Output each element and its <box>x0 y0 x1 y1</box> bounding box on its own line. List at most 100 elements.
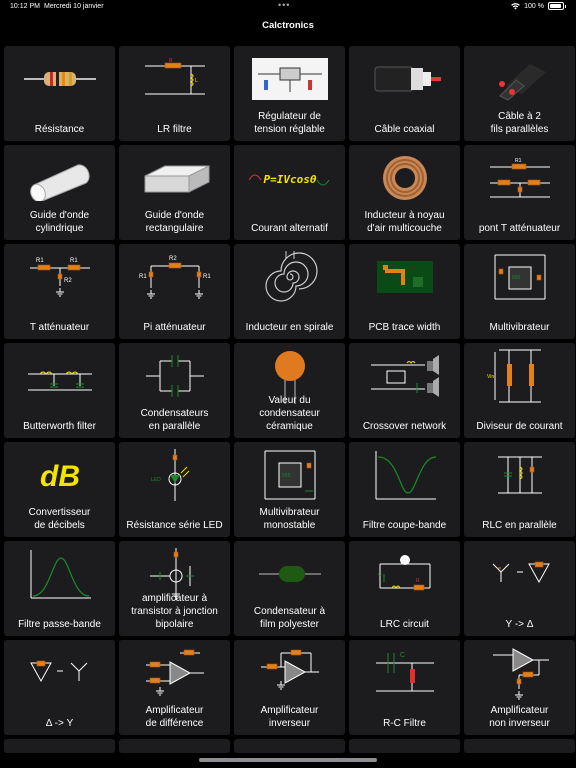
grid-next-row-partial <box>4 739 575 753</box>
calculator-cell-butterworth-filter[interactable]: Butterworth filter <box>4 343 115 438</box>
calculator-cell-air-core-inductor[interactable]: Inducteur à noyau d'air multicouche <box>349 145 460 240</box>
wye-delta-icon <box>464 545 575 603</box>
calculator-cell-label: Amplificateur inverseur <box>260 705 319 729</box>
calculator-cell-label: Multivibrateur <box>489 322 550 333</box>
svg-text:C: C <box>400 652 405 659</box>
home-indicator[interactable] <box>199 758 377 762</box>
t-attenuator-icon: R1 R1 R2 <box>4 248 115 306</box>
svg-text:R: R <box>416 578 420 584</box>
calculator-cell-label: LRC circuit <box>380 619 429 630</box>
multitasking-dots-icon[interactable]: ••• <box>278 0 290 10</box>
wifi-icon <box>511 2 521 10</box>
grid-cell-partial[interactable] <box>4 739 115 753</box>
calculator-cell-label: Régulateur de tension réglable <box>254 111 325 135</box>
calculator-cell-ac-power[interactable]: P=IVcosθ Courant alternatif <box>234 145 345 240</box>
calculator-cell-label: Butterworth filter <box>23 421 96 432</box>
calculator-cell-delta-wye[interactable]: Δ -> Y <box>4 640 115 735</box>
pi-attenuator-icon: R2 R1 R1 <box>119 248 230 306</box>
butterworth-filter-icon <box>4 347 115 405</box>
decibel-icon: dB <box>4 446 115 504</box>
calculator-cell-band-stop[interactable]: Filtre coupe-bande <box>349 442 460 537</box>
calculator-cell-label: Amplificateur de différence <box>145 705 204 729</box>
monostable-icon: 555 <box>234 446 345 504</box>
calculator-cell-wye-delta[interactable]: Y -> Δ <box>464 541 575 636</box>
battery-icon <box>548 2 564 10</box>
svg-text:R1: R1 <box>515 158 522 164</box>
status-date: Mercredi 10 janvier <box>44 3 104 10</box>
calculator-cell-rectangular-waveguide[interactable]: Guide d'onde rectangulaire <box>119 145 230 240</box>
calculator-cell-label: Résistance <box>34 124 85 135</box>
calculator-cell-inverting-amp[interactable]: Amplificateur inverseur <box>234 640 345 735</box>
calculator-cell-bridged-t-attenuator[interactable]: R1 pont T atténuateur <box>464 145 575 240</box>
svg-text:R: R <box>169 58 173 64</box>
calculator-cell-lrc-circuit[interactable]: C R LRC circuit <box>349 541 460 636</box>
calculator-cell-difference-amp[interactable]: Amplificateur de différence <box>119 640 230 735</box>
status-right: 100 % <box>511 2 566 10</box>
grid-cell-partial[interactable] <box>119 739 230 753</box>
calculator-cell-parallel-rlc[interactable]: RLC en parallèle <box>464 442 575 537</box>
lrc-circuit-icon: CR <box>349 545 460 603</box>
calculator-cell-label: LR filtre <box>157 124 192 135</box>
calculator-cell-rc-filter[interactable]: C R-C Filtre <box>349 640 460 735</box>
calculator-cell-label: Filtre passe-bande <box>18 619 101 630</box>
calculator-cell-label: Diviseur de courant <box>476 421 563 432</box>
rc-filter-icon: C <box>349 644 460 702</box>
calculator-cell-label: Câble à 2 fils parallèles <box>490 111 549 135</box>
non-inverting-amp-icon <box>464 644 575 702</box>
calculator-cell-parallel-capacitors[interactable]: Condensateurs en parallèle <box>119 343 230 438</box>
led-resistor-icon: LED <box>119 446 230 504</box>
calculator-cell-label: Inducteur à noyau d'air multicouche <box>364 210 445 234</box>
calculator-cell-label: Convertisseur de décibels <box>28 507 91 531</box>
battery-percent: 100 % <box>524 2 544 10</box>
calculator-cell-ceramic-capacitor[interactable]: Valeur du condensateur céramique <box>234 343 345 438</box>
calculator-cell-led-resistor[interactable]: LED Résistance série LED <box>119 442 230 537</box>
calculator-cell-resistor[interactable]: Résistance <box>4 46 115 141</box>
calculator-cell-pcb-trace[interactable]: PCB trace width <box>349 244 460 339</box>
coax-cable-icon <box>349 50 460 108</box>
calculator-cell-crossover-network[interactable]: Crossover network <box>349 343 460 438</box>
voltage-regulator-icon <box>234 50 345 108</box>
calculator-cell-band-pass[interactable]: Filtre passe-bande <box>4 541 115 636</box>
calculator-cell-spiral-inductor[interactable]: Inducteur en spirale <box>234 244 345 339</box>
svg-text:L: L <box>195 78 198 84</box>
calculator-cell-label: Pi atténuateur <box>143 322 206 333</box>
ac-power-icon: P=IVcosθ <box>234 149 345 207</box>
resistor-icon <box>4 50 115 108</box>
calculator-cell-pi-attenuator[interactable]: R2 R1 R1 Pi atténuateur <box>119 244 230 339</box>
calculator-cell-label: Résistance série LED <box>126 520 223 531</box>
twin-lead-cable-icon <box>464 50 575 108</box>
calculator-cell-label: Courant alternatif <box>251 223 328 234</box>
band-pass-icon <box>4 545 115 603</box>
svg-text:P=IVcosθ: P=IVcosθ <box>263 173 316 186</box>
multivibrator-icon: 555 <box>464 248 575 306</box>
calculator-cell-monostable[interactable]: 555 Multivibrateur monostable <box>234 442 345 537</box>
grid-cell-partial[interactable] <box>349 739 460 753</box>
calculator-cell-label: Guide d'onde cylindrique <box>29 210 90 234</box>
calculator-cell-voltage-regulator[interactable]: Régulateur de tension réglable <box>234 46 345 141</box>
calculator-cell-film-capacitor[interactable]: Condensateur à film polyester <box>234 541 345 636</box>
svg-text:dB: dB <box>40 460 80 493</box>
calculator-cell-label: amplificateur à transistor à jonction bi… <box>131 593 218 630</box>
grid-cell-partial[interactable] <box>234 739 345 753</box>
calculator-cell-cylindrical-waveguide[interactable]: Guide d'onde cylindrique <box>4 145 115 240</box>
delta-wye-icon <box>4 644 115 702</box>
calculator-cell-decibel[interactable]: dB Convertisseur de décibels <box>4 442 115 537</box>
grid-cell-partial[interactable] <box>464 739 575 753</box>
air-core-inductor-icon <box>349 149 460 207</box>
spiral-inductor-icon <box>234 248 345 306</box>
calculator-cell-t-attenuator[interactable]: R1 R1 R2 T atténuateur <box>4 244 115 339</box>
status-bar: 10:12 PM Mercredi 10 janvier ••• 100 % <box>0 0 576 14</box>
calculator-cell-non-inverting-amp[interactable]: Amplificateur non inverseur <box>464 640 575 735</box>
calculator-cell-coax-cable[interactable]: Câble coaxial <box>349 46 460 141</box>
difference-amp-icon <box>119 644 230 702</box>
calculator-cell-bjt-amplifier[interactable]: amplificateur à transistor à jonction bi… <box>119 541 230 636</box>
calculator-cell-current-divider[interactable]: Vin Diviseur de courant <box>464 343 575 438</box>
film-capacitor-icon <box>234 545 345 603</box>
calculator-cell-label: Amplificateur non inverseur <box>489 705 550 729</box>
calculator-cell-twin-lead-cable[interactable]: Câble à 2 fils parallèles <box>464 46 575 141</box>
calculator-cell-label: pont T atténuateur <box>478 223 561 234</box>
calculator-cell-lr-filter[interactable]: R L LR filtre <box>119 46 230 141</box>
calculator-cell-multivibrator[interactable]: 555 Multivibrateur <box>464 244 575 339</box>
calculator-cell-label: Câble coaxial <box>374 124 435 135</box>
calculator-grid: Résistance R L LR filtre Régulateur de tensi… <box>4 46 575 735</box>
